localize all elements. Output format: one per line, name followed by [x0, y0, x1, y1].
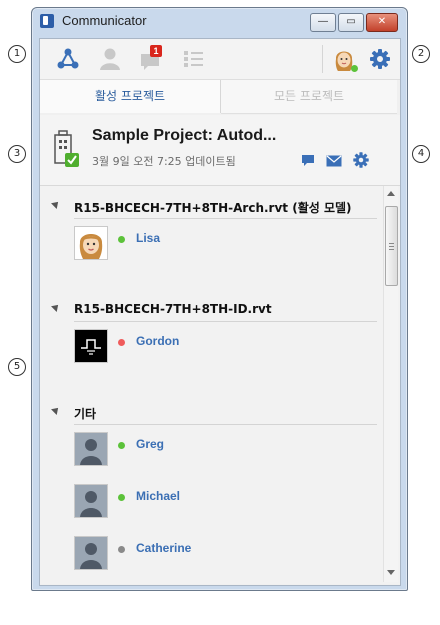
member-name[interactable]: Michael: [136, 489, 180, 503]
email-icon[interactable]: [326, 154, 342, 167]
contacts-icon[interactable]: [96, 45, 124, 73]
scroll-down-arrow-icon[interactable]: [387, 570, 395, 575]
member-name[interactable]: Lisa: [136, 231, 160, 245]
tab-active-projects[interactable]: 활성 프로젝트: [40, 80, 221, 113]
project-settings-gear-icon[interactable]: [352, 151, 370, 169]
avatar: [74, 484, 108, 518]
project-header: Sample Project: Autod... 3월 9일 오전 7:25 업…: [40, 115, 400, 186]
client-area: 1 활성 프로젝트 모든 프로젝트 Sample Project: Autod.…: [39, 38, 401, 586]
collapse-caret-icon[interactable]: [51, 199, 61, 209]
group-label: 기타: [74, 407, 97, 421]
chat-icon[interactable]: [301, 153, 315, 167]
project-tabs: 활성 프로젝트 모든 프로젝트: [40, 80, 400, 114]
group-header[interactable]: R15-BHCECH-7TH+8TH-ID.rvt: [40, 299, 380, 322]
list-item-member[interactable]: Greg: [74, 432, 374, 472]
status-dot: [118, 494, 125, 501]
callout-5: 5: [8, 358, 26, 376]
status-dot: [118, 236, 125, 243]
communicator-window: Communicator — ▭ ✕ 1 활성 프로젝트 모든 프로젝트 Sam…: [31, 7, 408, 591]
grip-line: [389, 243, 394, 244]
maximize-button[interactable]: ▭: [338, 13, 364, 32]
group-header[interactable]: R15-BHCECH-7TH+8TH-Arch.rvt (활성 모델): [40, 196, 380, 219]
online-status-dot: [351, 65, 358, 72]
status-dot: [118, 442, 125, 449]
group-header[interactable]: 기타: [40, 402, 380, 425]
avatar: [74, 329, 108, 363]
list-item-member[interactable]: Michael: [74, 484, 374, 524]
collapse-caret-icon[interactable]: [51, 405, 61, 415]
grip-line: [389, 246, 394, 247]
minimize-button[interactable]: —: [310, 13, 336, 32]
callout-3: 3: [8, 145, 26, 163]
network-icon[interactable]: [54, 45, 82, 73]
building-icon: [52, 129, 82, 169]
avatar: [74, 536, 108, 570]
notification-badge: 1: [150, 45, 162, 57]
member-name[interactable]: Catherine: [136, 541, 191, 555]
callout-4: 4: [412, 145, 430, 163]
user-avatar[interactable]: [330, 45, 358, 73]
vertical-scrollbar[interactable]: [383, 186, 398, 582]
window-title: Communicator: [62, 13, 147, 28]
avatar: [74, 226, 108, 260]
tab-all-projects[interactable]: 모든 프로젝트: [221, 80, 397, 114]
member-list[interactable]: R15-BHCECH-7TH+8TH-Arch.rvt (활성 모델) Lisa…: [40, 186, 400, 584]
scroll-up-arrow-icon[interactable]: [387, 191, 395, 196]
scrollbar-thumb[interactable]: [385, 206, 398, 286]
status-dot: [118, 339, 125, 346]
toolbar: 1: [40, 39, 400, 80]
list-item-member[interactable]: Lisa: [74, 226, 374, 266]
collapse-caret-icon[interactable]: [51, 302, 61, 312]
grip-line: [389, 249, 394, 250]
group-divider: [74, 321, 377, 322]
member-name[interactable]: Gordon: [136, 334, 179, 348]
project-title: Sample Project: Autod...: [92, 127, 277, 144]
messages-icon[interactable]: 1: [138, 45, 166, 73]
toolbar-divider: [322, 45, 323, 73]
app-logo-icon: [40, 14, 54, 28]
status-dot: [118, 546, 125, 553]
project-updated-time: 3월 9일 오전 7:25 업데이트됨: [92, 155, 236, 168]
group-label: R15-BHCECH-7TH+8TH-Arch.rvt (활성 모델): [74, 201, 352, 215]
group-label: R15-BHCECH-7TH+8TH-ID.rvt: [74, 302, 272, 316]
group-divider: [74, 424, 377, 425]
group-divider: [74, 218, 377, 219]
member-name[interactable]: Greg: [136, 437, 164, 451]
list-item-member[interactable]: Gordon: [74, 329, 374, 369]
list-item-member[interactable]: Catherine: [74, 536, 374, 576]
checklist-icon[interactable]: [180, 45, 208, 73]
avatar: [74, 432, 108, 466]
callout-1: 1: [8, 45, 26, 63]
callout-2: 2: [412, 45, 430, 63]
settings-gear-icon[interactable]: [366, 45, 394, 73]
title-bar[interactable]: Communicator — ▭ ✕: [32, 8, 407, 34]
close-button[interactable]: ✕: [366, 13, 398, 32]
